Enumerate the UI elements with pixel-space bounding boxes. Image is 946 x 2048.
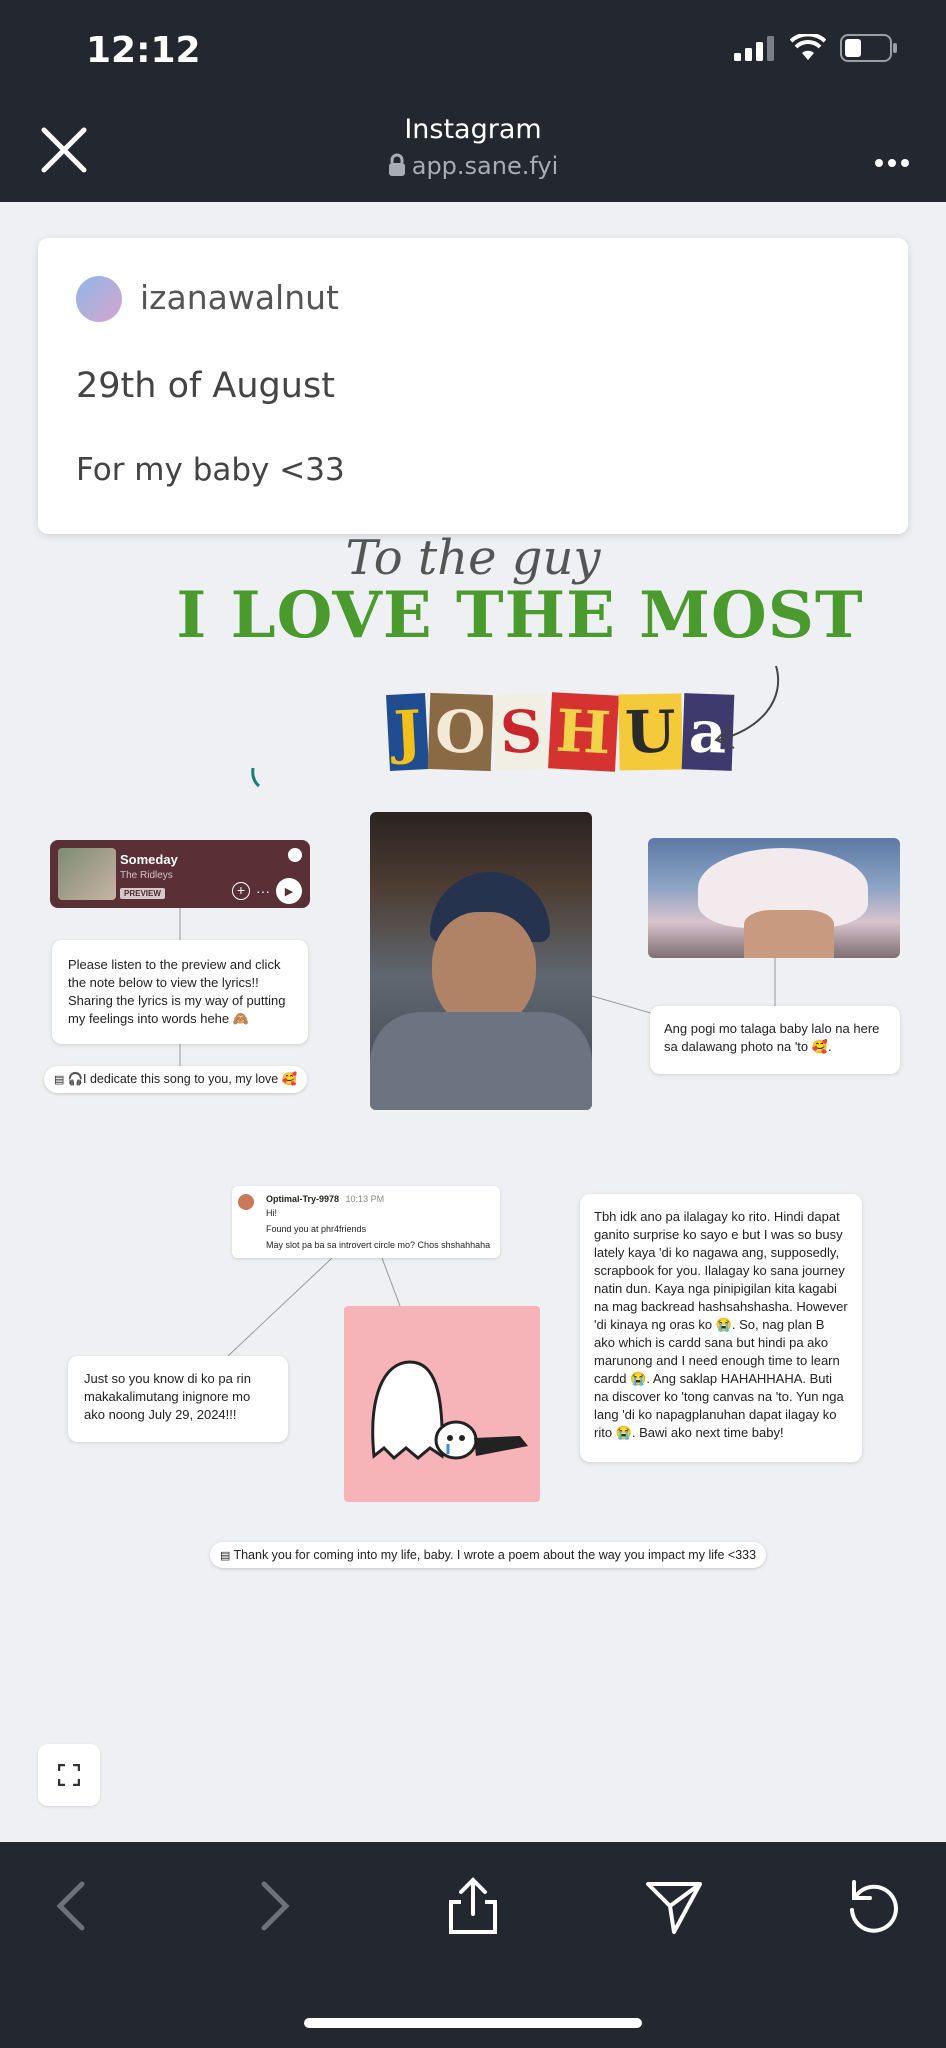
play-icon[interactable]: ▶ [276,878,302,904]
forward-icon[interactable] [244,1876,304,1936]
fullscreen-button[interactable] [38,1744,100,1806]
song-artist: The Ridleys [120,870,173,881]
reload-icon[interactable] [842,1876,902,1936]
share-icon[interactable] [443,1876,503,1936]
preview-badge: PREVIEW [120,888,165,899]
reddit-line3: May slot pa ba sa introvert circle mo? C… [266,1240,491,1250]
home-indicator[interactable] [304,2018,642,2028]
spotify-controls: + ··· ▶ [232,878,302,904]
reddit-post-card[interactable]: Optimal-Try-9978 10:13 PM Hi! Found you … [232,1186,500,1258]
album-art [58,848,116,900]
note-icon: ▤ [220,1550,234,1562]
reddit-line1: Hi! [266,1208,277,1218]
fullscreen-icon [58,1764,80,1786]
photo-bunny-hat[interactable] [648,838,900,958]
reddit-line2: Found you at phr4friends [266,1224,367,1234]
ghost-sticker[interactable] [344,1306,540,1502]
reddit-time: 10:13 PM [345,1194,385,1204]
note-dedicate[interactable]: ▤ 🎧I dedicate this song to you, my love … [44,1066,308,1093]
send-icon[interactable] [644,1876,704,1936]
note-icon: ▤ [54,1074,68,1086]
spotify-embed[interactable]: Someday The Ridleys PREVIEW + ··· ▶ [50,840,310,908]
ghost-illustration [371,1360,528,1461]
song-title: Someday [120,852,178,867]
reddit-avatar [238,1194,254,1210]
note-thank-you[interactable]: ▤ Thank you for coming into my life, bab… [210,1542,767,1568]
photo-man-cap[interactable] [370,812,592,1110]
add-icon[interactable]: + [232,882,250,900]
more-options-icon[interactable]: ··· [256,883,270,899]
note-just-so[interactable]: Just so you know di ko pa rin makakalimu… [68,1356,288,1442]
back-icon[interactable] [42,1876,102,1936]
note-pogi[interactable]: Ang pogi mo talaga baby lalo na here sa … [650,1006,900,1074]
note-listen[interactable]: Please listen to the preview and click t… [52,940,308,1044]
note-tbh[interactable]: Tbh idk ano pa ilalagay ko rito. Hindi d… [580,1194,862,1462]
spotify-logo-icon [288,848,302,862]
reddit-user: Optimal-Try-9978 [266,1194,340,1204]
